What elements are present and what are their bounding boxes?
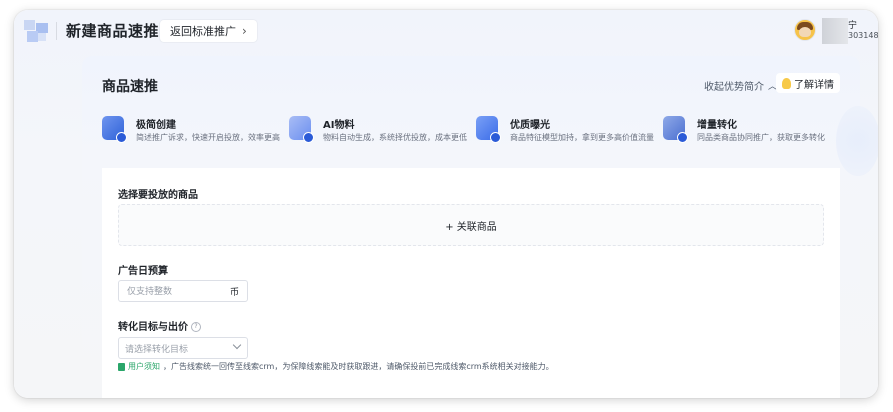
- feature-title: 增量转化: [697, 120, 737, 131]
- feature-item: AI物料 物料自动生成，系统择优投放，成本更低: [289, 114, 475, 154]
- collapse-label: 收起优势简介: [704, 82, 764, 93]
- feature-title: AI物料: [323, 120, 355, 131]
- learn-more-label: 了解详情: [794, 79, 834, 91]
- product-quick-promo-card: 商品速推 收起优势简介 ︿ 了解详情 极简创建 简述推广诉求，快速开启投放，效率…: [82, 56, 878, 398]
- conversion-target-select[interactable]: 请选择转化目标: [118, 337, 248, 359]
- learn-more-button[interactable]: 了解详情: [776, 73, 840, 93]
- feature-title: 优质曝光: [510, 120, 550, 131]
- feature-desc: 同品类商品协同推广，获取更多转化: [697, 133, 825, 142]
- feature-desc: 简述推广诉求，快速开启投放，效率更高: [136, 133, 280, 142]
- help-icon[interactable]: ?: [191, 322, 201, 332]
- feature-desc: 物料自动生成，系统择优投放，成本更低: [323, 133, 467, 142]
- daily-budget-field: 币: [118, 280, 248, 302]
- select-placeholder: 请选择转化目标: [125, 345, 189, 355]
- chevron-down-icon: [232, 340, 242, 350]
- user-notice: 用户须知 ，广告线索统一回传至线索crm，为保障线索能及时获取跟进，请确保投前已完…: [118, 361, 554, 372]
- app-logo: [24, 20, 48, 42]
- chevron-right-icon: ›: [242, 24, 247, 38]
- conversion-target-label: 转化目标与出价: [118, 322, 188, 333]
- notice-text: ，广告线索统一回传至线索crm，为保障线索能及时获取跟进，请确保投前已完成线索c…: [163, 362, 554, 371]
- product-section-label: 选择要投放的商品: [118, 190, 198, 201]
- edit-icon: [102, 116, 127, 143]
- app-window: 新建商品速推 返回标准推广 › 宁 303148 商品速推 收起优势简介 ︿ 了…: [14, 10, 878, 398]
- budget-label: 广告日预算: [118, 266, 168, 277]
- growth-icon: [663, 116, 688, 143]
- back-button-label: 返回标准推广: [170, 25, 236, 38]
- promo-form: 选择要投放的商品 + 关联商品 广告日预算 币 转化目标与出价? 请选择转化目标…: [102, 168, 840, 398]
- video-icon: [476, 116, 501, 143]
- conversion-target-label-row: 转化目标与出价?: [118, 318, 201, 333]
- page-title: 新建商品速推: [66, 22, 160, 40]
- feature-title: 极简创建: [136, 120, 176, 131]
- blurred-username: [822, 18, 848, 44]
- link-product-label: + 关联商品: [445, 221, 497, 233]
- user-name: 宁: [848, 21, 858, 31]
- feature-desc: 商品特征模型加持，拿到更多高价值流量: [510, 133, 654, 142]
- header-divider: [56, 22, 57, 40]
- lightbulb-icon: [782, 77, 791, 89]
- document-icon: [118, 362, 125, 371]
- features-row: 极简创建 简述推广诉求，快速开启投放，效率更高 AI物料 物料自动生成，系统择优…: [102, 114, 842, 154]
- avatar[interactable]: [794, 19, 816, 41]
- budget-unit: 币: [229, 288, 239, 298]
- link-product-button[interactable]: + 关联商品: [118, 204, 824, 246]
- collapse-advantages-button[interactable]: 收起优势简介 ︿: [704, 78, 777, 93]
- daily-budget-input[interactable]: [125, 283, 219, 301]
- feature-item: 极简创建 简述推广诉求，快速开启投放，效率更高: [102, 114, 288, 154]
- card-title: 商品速推: [102, 79, 158, 95]
- ai-material-icon: [289, 116, 314, 143]
- user-id: 303148: [848, 31, 878, 40]
- feature-item: 增量转化 同品类商品协同推广，获取更多转化: [663, 114, 849, 154]
- back-to-standard-button[interactable]: 返回标准推广 ›: [160, 20, 257, 42]
- notice-link[interactable]: 用户须知: [128, 361, 160, 372]
- feature-item: 优质曝光 商品特征模型加持，拿到更多高价值流量: [476, 114, 662, 154]
